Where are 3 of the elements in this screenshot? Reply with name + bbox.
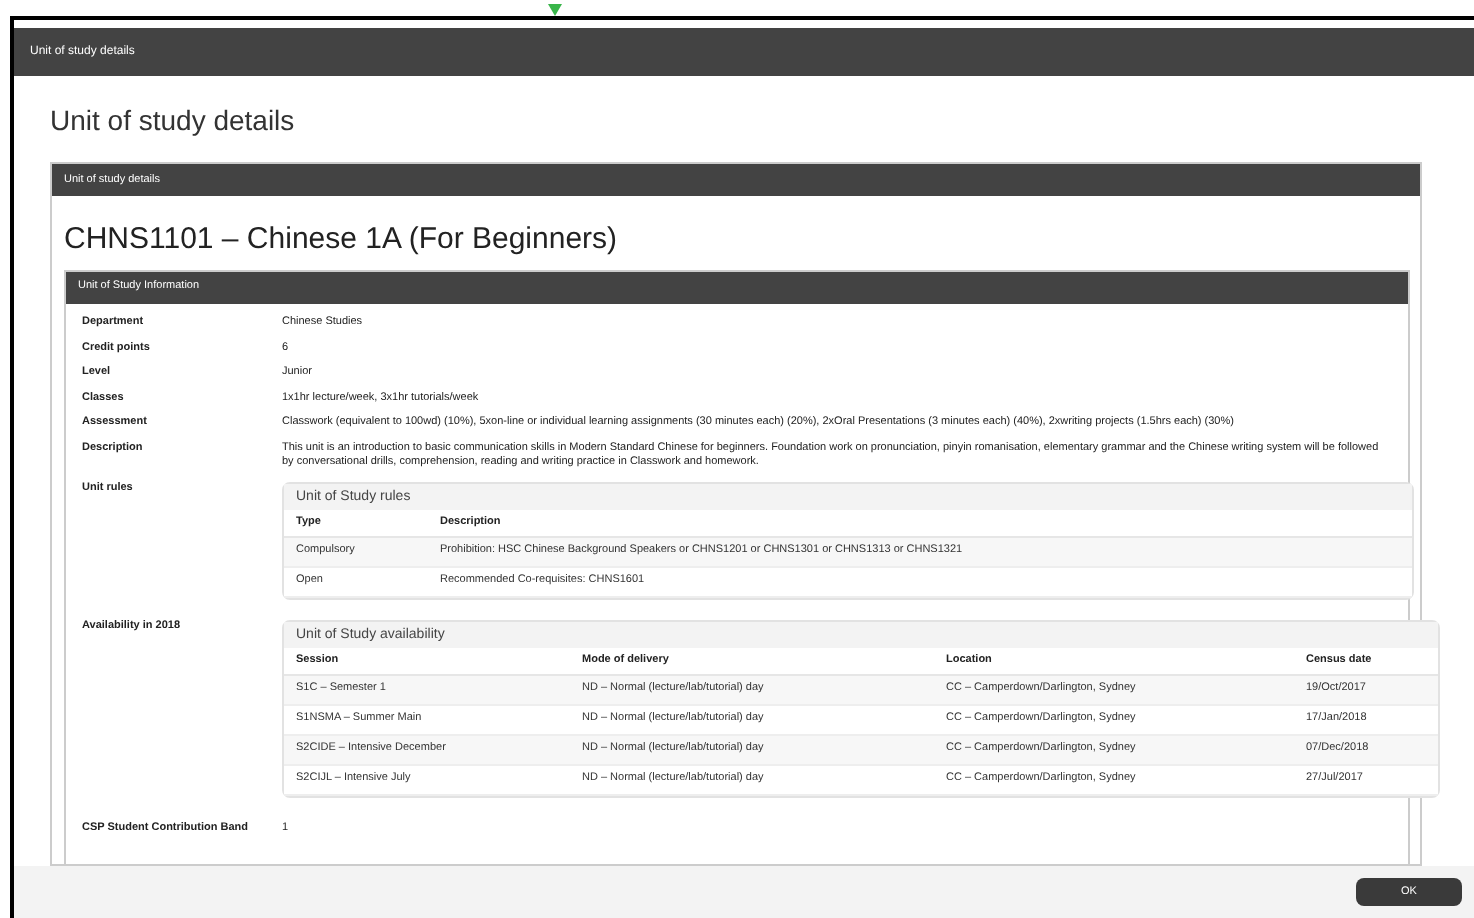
unit-heading: CHNS1101 – Chinese 1A (For Beginners): [64, 220, 620, 260]
pointer-icon: [548, 0, 562, 16]
page-title: Unit of study details: [50, 102, 297, 140]
